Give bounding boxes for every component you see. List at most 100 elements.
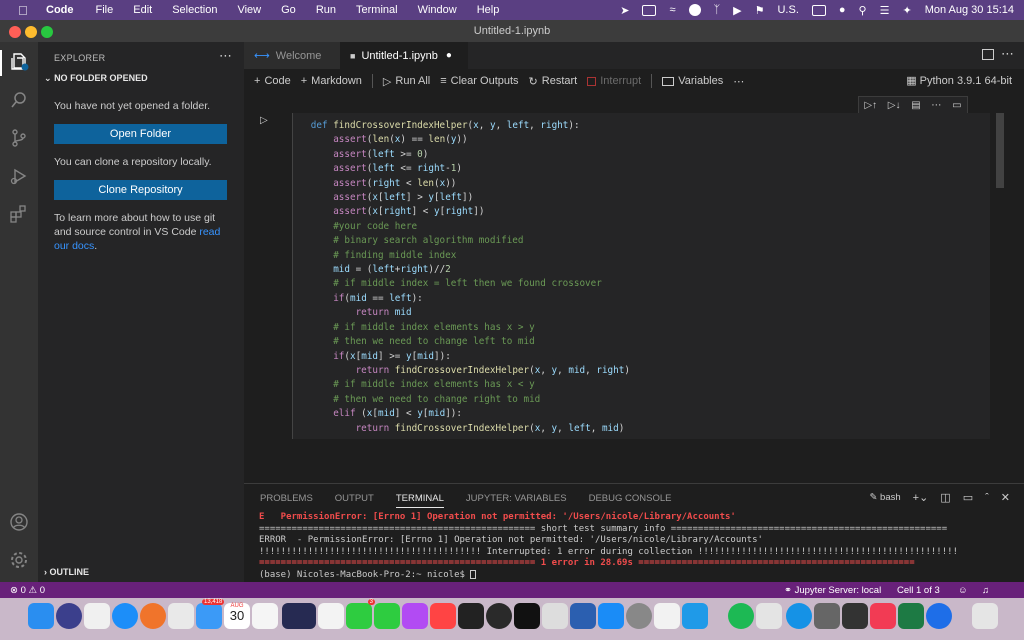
app-store-icon[interactable]: [598, 603, 624, 629]
restart-button[interactable]: ↻ Restart: [529, 75, 578, 88]
terminal-prompt[interactable]: (base) Nicoles-MacBook-Pro-2:~ nicole$: [259, 569, 958, 582]
launchpad-icon[interactable]: [84, 603, 110, 629]
split-cell-icon[interactable]: ▤: [911, 100, 920, 111]
jupyter-server-status[interactable]: ⚭ Jupyter Server: local: [784, 585, 881, 596]
apple-icon[interactable]: : [18, 3, 32, 18]
menu-go[interactable]: Go: [281, 4, 296, 16]
disk-utility-icon[interactable]: [756, 603, 782, 629]
outline-section[interactable]: › OUTLINE: [44, 567, 89, 577]
finder-icon[interactable]: [28, 603, 54, 629]
control-center-icon[interactable]: ☰: [880, 4, 890, 17]
clear-outputs-button[interactable]: ≡ Clear Outputs: [440, 75, 518, 87]
tab-problems[interactable]: PROBLEMS: [260, 493, 313, 508]
menu-run[interactable]: Run: [316, 4, 336, 16]
preview-icon[interactable]: [542, 603, 568, 629]
location-icon[interactable]: ➤: [620, 4, 629, 17]
mail-icon[interactable]: 13,418: [196, 599, 225, 629]
menu-view[interactable]: View: [237, 4, 261, 16]
interrupt-button[interactable]: Interrupt: [587, 75, 641, 87]
terminal-shell-selector[interactable]: ✎ bash: [869, 492, 900, 503]
tab-jupyter-variables[interactable]: JUPYTER: VARIABLES: [466, 493, 567, 508]
extensions-icon[interactable]: [9, 204, 29, 224]
run-debug-icon[interactable]: [9, 166, 29, 186]
close-panel-icon[interactable]: ✕: [1001, 491, 1010, 504]
add-code-cell-button[interactable]: + Code: [254, 75, 291, 87]
reminders-icon[interactable]: [318, 603, 344, 629]
battery-icon[interactable]: [811, 4, 826, 16]
podcasts-icon[interactable]: [402, 603, 428, 629]
close-window-button[interactable]: [9, 26, 21, 38]
section-no-folder[interactable]: ⌄ NO FOLDER OPENED: [44, 73, 148, 84]
tab-welcome[interactable]: ⟷ Welcome: [244, 42, 340, 69]
maximize-panel-icon[interactable]: ˆ: [985, 492, 989, 504]
spotify-icon[interactable]: [728, 603, 754, 629]
status-circle-icon[interactable]: [688, 4, 701, 16]
maps-icon[interactable]: [654, 603, 680, 629]
variables-button[interactable]: Variables: [662, 75, 723, 87]
siri-app-icon[interactable]: [56, 603, 82, 629]
open-folder-button[interactable]: Open Folder: [54, 124, 227, 144]
cell-position[interactable]: Cell 1 of 3: [897, 585, 940, 596]
facetime-icon[interactable]: [374, 603, 400, 629]
toolbar-more-icon[interactable]: ⋯: [733, 75, 744, 88]
menu-file[interactable]: File: [96, 4, 114, 16]
menu-edit[interactable]: Edit: [133, 4, 152, 16]
word-icon[interactable]: [570, 603, 596, 629]
menu-selection[interactable]: Selection: [172, 4, 217, 16]
editor-scrollbar[interactable]: [996, 113, 1004, 188]
bluetooth-icon[interactable]: ᛉ: [714, 4, 721, 16]
quicktime-icon[interactable]: [486, 603, 512, 629]
add-markdown-cell-button[interactable]: + Markdown: [301, 75, 362, 87]
firefox-icon[interactable]: [140, 603, 166, 629]
clock[interactable]: Mon Aug 30 15:14: [925, 4, 1014, 16]
wifi-icon[interactable]: ≈: [669, 4, 675, 16]
source-control-icon[interactable]: [9, 128, 29, 148]
split-terminal-icon[interactable]: ◫: [940, 491, 950, 504]
safari-icon[interactable]: [112, 603, 138, 629]
wallpaper-icon[interactable]: [282, 603, 316, 629]
tab-notebook[interactable]: ■ Untitled-1.ipynb ●: [340, 42, 468, 69]
menu-terminal[interactable]: Terminal: [356, 4, 398, 16]
kill-terminal-icon[interactable]: ▭: [963, 491, 973, 504]
delete-cell-icon[interactable]: ▭: [952, 100, 961, 111]
skype-icon[interactable]: [786, 603, 812, 629]
feedback-icon[interactable]: ☺: [958, 585, 968, 596]
minimize-window-button[interactable]: [25, 26, 37, 38]
tab-terminal[interactable]: TERMINAL: [395, 493, 444, 508]
play-icon[interactable]: ▶: [733, 4, 741, 17]
terminal-app-icon[interactable]: [458, 603, 484, 629]
run-below-icon[interactable]: ▷↓: [888, 100, 901, 111]
calendar-icon[interactable]: AUG 30: [224, 603, 250, 629]
explorer-icon[interactable]: [9, 52, 29, 72]
photo-app-icon[interactable]: [814, 603, 840, 629]
run-cell-button[interactable]: ▷: [260, 115, 268, 126]
notes-icon[interactable]: [252, 603, 278, 629]
run-above-icon[interactable]: ▷↑: [864, 100, 877, 111]
tab-debug-console[interactable]: DEBUG CONSOLE: [589, 493, 672, 508]
trash-icon[interactable]: [972, 603, 998, 629]
gear-icon[interactable]: [9, 550, 29, 570]
apple-tv-icon[interactable]: [514, 603, 540, 629]
run-all-button[interactable]: ▷ Run All: [383, 75, 430, 88]
menu-app[interactable]: Code: [46, 4, 74, 16]
clone-repository-button[interactable]: Clone Repository: [54, 180, 227, 200]
terminal-output[interactable]: E PermissionError: [Errno 1] Operation n…: [259, 512, 958, 581]
media-app-icon[interactable]: [842, 603, 868, 629]
menu-help[interactable]: Help: [477, 4, 500, 16]
user-icon[interactable]: ●: [839, 4, 846, 16]
unsaved-dot-icon[interactable]: ●: [446, 50, 452, 61]
new-terminal-icon[interactable]: +⌄: [913, 491, 929, 504]
screen-icon[interactable]: [642, 4, 657, 16]
code-cell[interactable]: def findCrossoverIndexHelper(x, y, left,…: [292, 113, 990, 439]
messages-icon[interactable]: 3: [346, 599, 375, 629]
zoom-window-button[interactable]: [41, 26, 53, 38]
problems-indicator[interactable]: ⊗ 0 ⚠ 0: [10, 585, 45, 596]
accounts-icon[interactable]: [9, 512, 29, 532]
tab-output[interactable]: OUTPUT: [335, 493, 374, 508]
notifications-icon[interactable]: ♫: [982, 585, 989, 596]
siri-icon[interactable]: ✦: [902, 4, 911, 17]
input-locale[interactable]: U.S.: [777, 4, 798, 16]
code-editor[interactable]: def findCrossoverIndexHelper(x, y, left,…: [294, 119, 630, 436]
kernel-picker[interactable]: ▦ Python 3.9.1 64-bit: [906, 74, 1012, 87]
news-icon[interactable]: [430, 603, 456, 629]
